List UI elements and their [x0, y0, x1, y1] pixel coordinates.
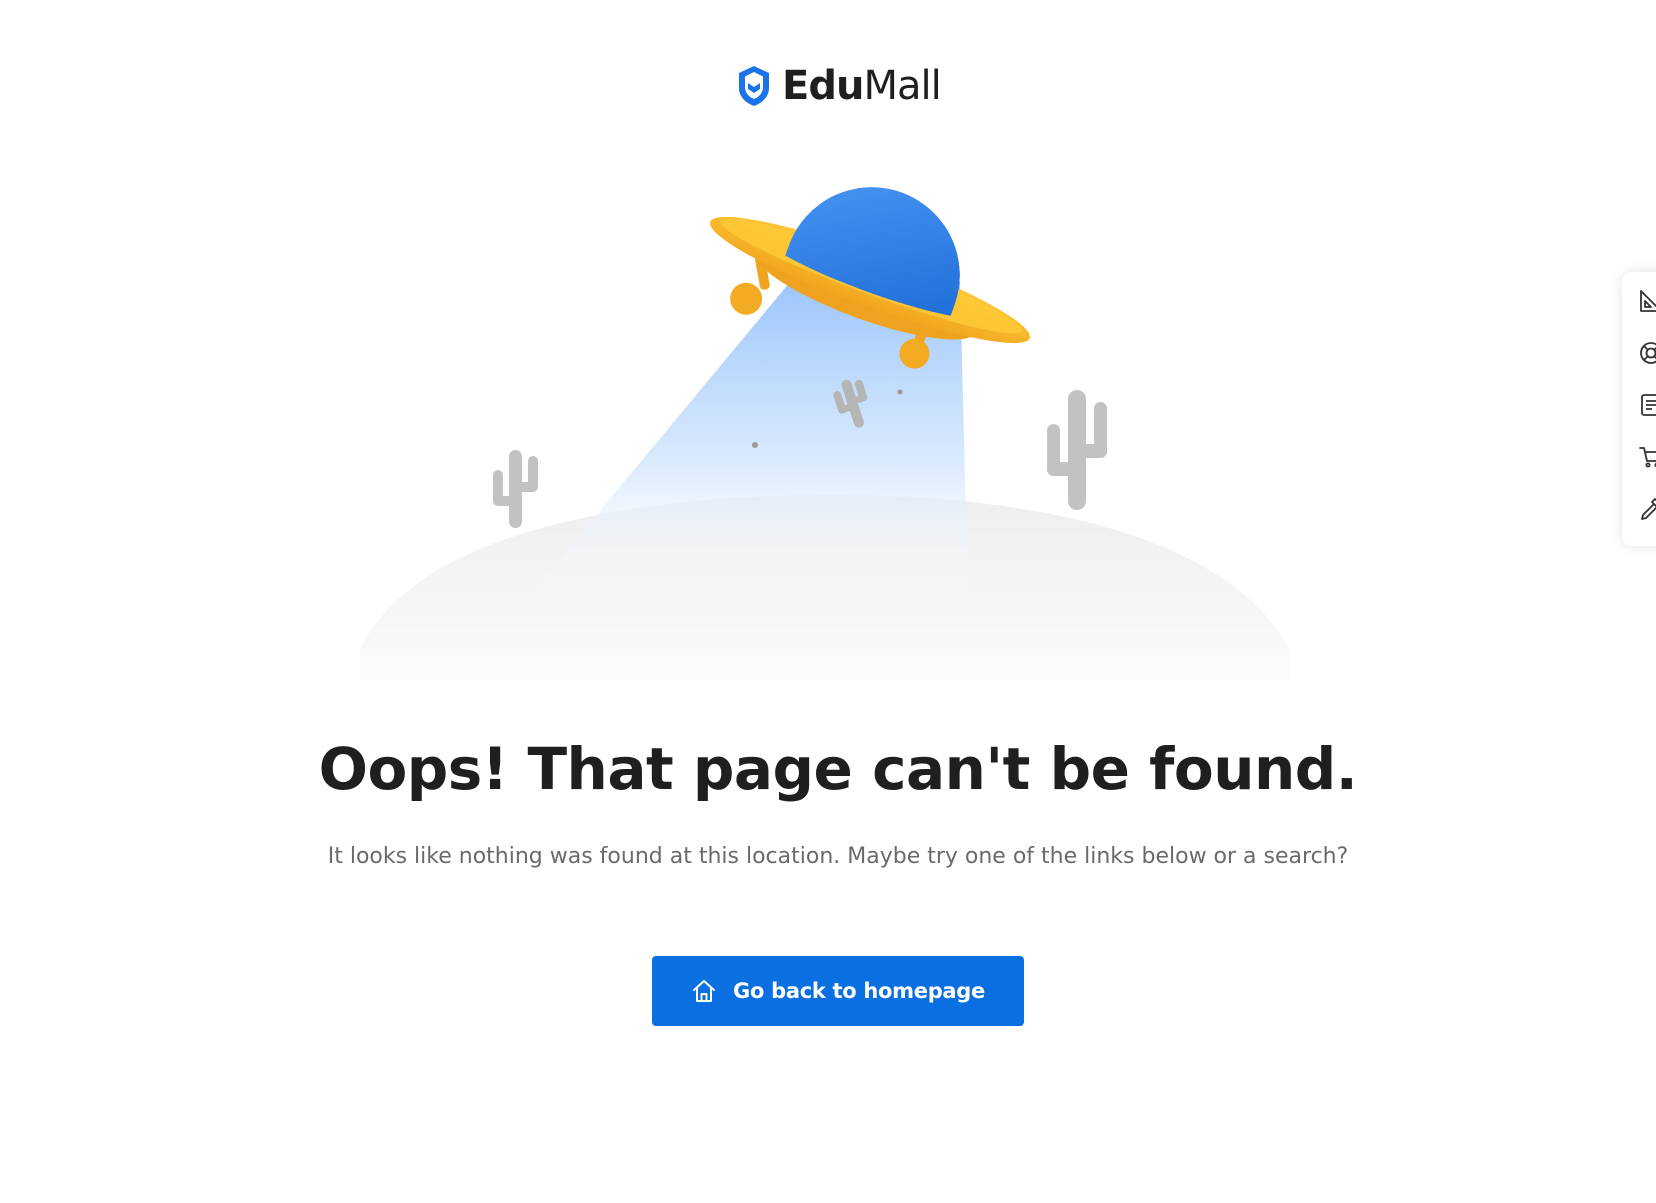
document-icon[interactable]	[1638, 392, 1656, 418]
go-back-home-label: Go back to homepage	[733, 979, 985, 1003]
logo-text-regular: Mall	[863, 63, 941, 109]
eyedropper-icon[interactable]	[1638, 496, 1656, 522]
error-message: It looks like nothing was found at this …	[327, 844, 1349, 869]
not-found-page: EduMall Oops! That page can't be found. …	[0, 0, 1656, 1203]
ruler-pencil-icon[interactable]	[1638, 288, 1656, 314]
right-cactus	[1047, 390, 1107, 510]
go-back-home-button[interactable]: Go back to homepage	[652, 956, 1024, 1026]
cart-icon[interactable]	[1638, 444, 1656, 470]
lifebuoy-icon[interactable]	[1638, 340, 1656, 366]
site-logo[interactable]: EduMall	[736, 63, 942, 109]
ufo-illustration	[340, 150, 1320, 680]
left-cactus	[493, 450, 538, 528]
home-icon	[693, 980, 716, 1002]
side-toolbar	[1622, 272, 1656, 546]
logo-wordmark: EduMall	[782, 63, 942, 109]
ufo-scene-svg	[360, 187, 1290, 680]
logo-text-bold: Edu	[782, 63, 864, 109]
page-title: Oops! That page can't be found.	[318, 735, 1358, 803]
logo-shield-icon	[739, 66, 769, 106]
